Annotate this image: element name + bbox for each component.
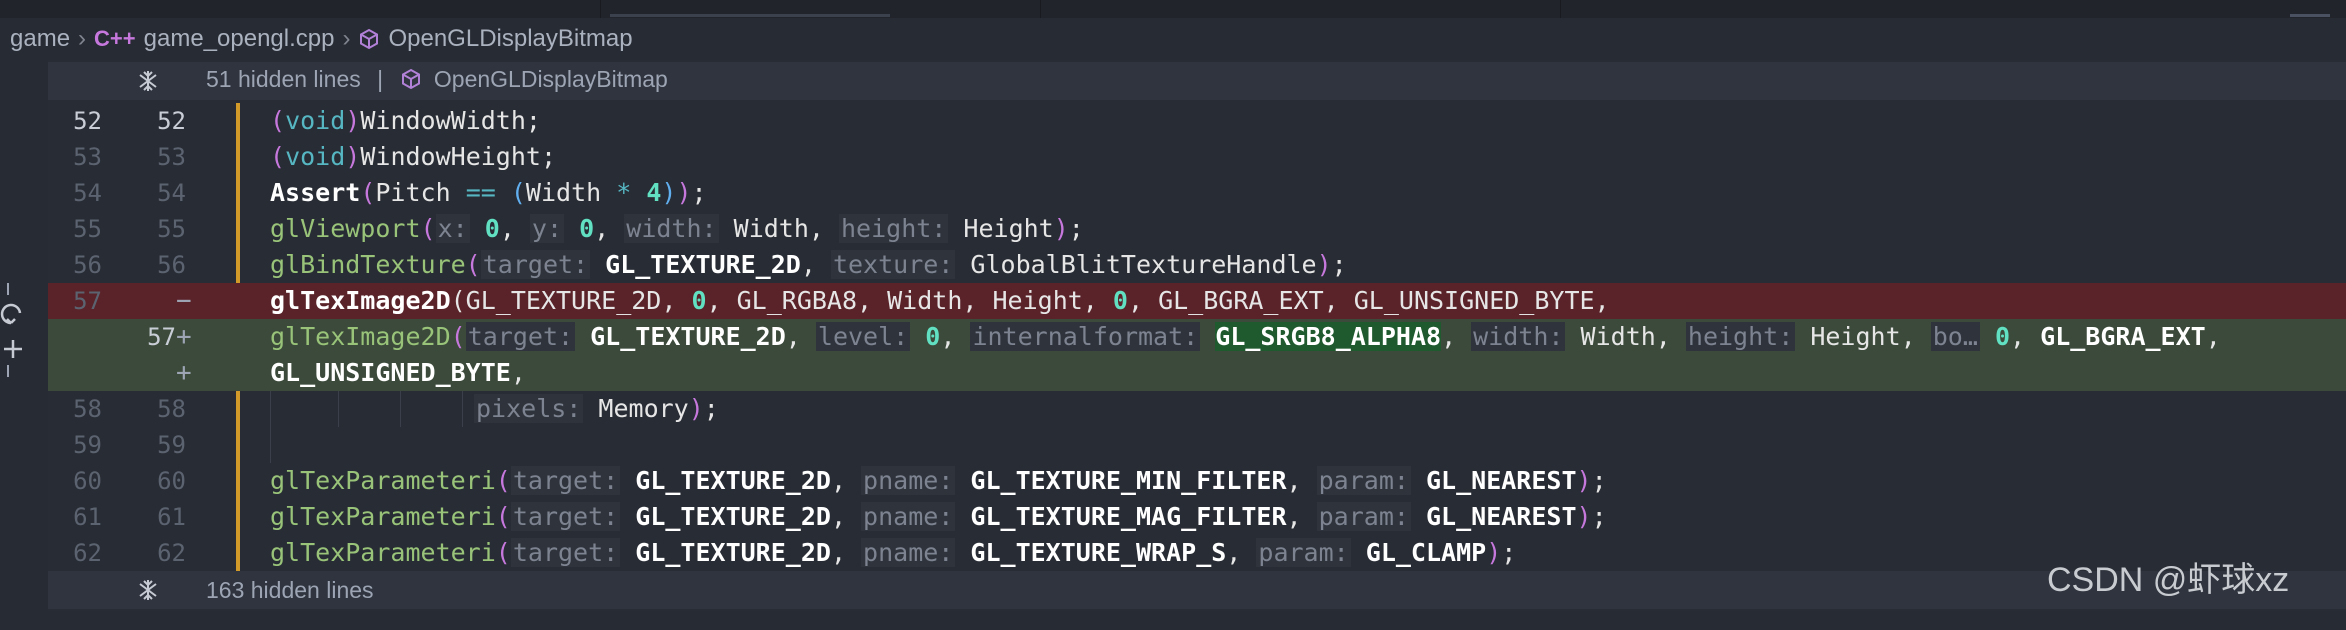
breadcrumb-folder[interactable]: game (10, 25, 70, 53)
chevron-right-icon: › (342, 25, 351, 52)
chevron-right-icon: › (78, 25, 87, 52)
added-line[interactable]: 57 + + glTexImage2D(target: GL_TEXTURE_2… (48, 319, 2346, 391)
code-text: glViewport(x: 0, y: 0, width: Width, hei… (270, 214, 1084, 243)
change-bar (236, 103, 240, 139)
code-text: pixels: Memory); (474, 394, 719, 423)
hidden-lines-bar-bottom[interactable]: 163 hidden lines (48, 571, 2346, 609)
method-cube-icon (400, 68, 422, 96)
hidden-lines-label: 51 hidden lines | OpenGLDisplayBitmap (206, 66, 668, 96)
line-number-original: 62 (73, 539, 102, 567)
change-bar (236, 247, 240, 283)
code-text: glTexParameteri(target: GL_TEXTURE_2D, p… (270, 466, 1607, 495)
minus-icon: − (176, 286, 192, 316)
cpp-file-icon: C++ (94, 26, 136, 51)
line-number-original: 59 (73, 431, 102, 459)
change-bar (236, 535, 240, 571)
breadcrumb-file[interactable]: game_opengl.cpp (144, 25, 335, 53)
editor-tab-strip (0, 0, 2346, 18)
hidden-count: 51 hidden lines (206, 66, 361, 92)
code-line[interactable]: 59 59 (48, 427, 2346, 463)
tab-separator (1560, 0, 1561, 18)
code-line[interactable]: 61 61 glTexParameteri(target: GL_TEXTURE… (48, 499, 2346, 535)
line-number-modified: 58 (157, 395, 186, 423)
change-bar (236, 211, 240, 247)
line-number-modified: 52 (157, 107, 186, 135)
line-number-modified: 53 (157, 143, 186, 171)
line-number-original: 54 (73, 179, 102, 207)
breadcrumb-symbol[interactable]: OpenGLDisplayBitmap (388, 25, 632, 53)
diff-actions (0, 275, 30, 392)
change-bar (236, 463, 240, 499)
change-bar (236, 499, 240, 535)
line-number-original: 56 (73, 251, 102, 279)
indent-guide (270, 391, 271, 427)
code-text-wrap: GL_UNSIGNED_BYTE, (270, 358, 526, 387)
code-line[interactable]: 52 52 (void)WindowWidth; (48, 103, 2346, 139)
line-number-modified: 56 (157, 251, 186, 279)
unfold-icon[interactable] (136, 578, 160, 608)
line-number-original: 60 (73, 467, 102, 495)
tab-underline (610, 14, 890, 17)
code-text: glTexParameteri(target: GL_TEXTURE_2D, p… (270, 502, 1607, 531)
tab-underline (2290, 14, 2330, 17)
tab-separator (1040, 0, 1041, 18)
line-number-modified: 62 (157, 539, 186, 567)
code-text: glTexImage2D(GL_TEXTURE_2D, 0, GL_RGBA8,… (270, 286, 1610, 315)
code-line[interactable]: 53 53 (void)WindowHeight; (48, 139, 2346, 175)
line-number-original: 58 (73, 395, 102, 423)
code-line[interactable]: 56 56 glBindTexture(target: GL_TEXTURE_2… (48, 247, 2346, 283)
hidden-lines-bar-top[interactable]: 51 hidden lines | OpenGLDisplayBitmap (48, 62, 2346, 100)
indent-guide (400, 391, 401, 427)
code-line[interactable]: 60 60 glTexParameteri(target: GL_TEXTURE… (48, 463, 2346, 499)
line-number-original: 55 (73, 215, 102, 243)
line-number-original: 53 (73, 143, 102, 171)
line-number-modified: 57 (147, 323, 176, 351)
unfold-icon[interactable] (136, 69, 160, 99)
divider: | (377, 66, 384, 92)
tab-separator (600, 0, 601, 18)
code-line[interactable]: 58 58 pixels: Memory); (48, 391, 2346, 427)
revert-icon[interactable] (0, 275, 30, 385)
line-number-original: 57 (73, 287, 102, 315)
change-bar (236, 391, 240, 427)
change-bar (236, 175, 240, 211)
breadcrumb: game › C++ game_opengl.cpp › OpenGLDispl… (0, 18, 2346, 60)
hidden-count: 163 hidden lines (206, 576, 374, 603)
code-line[interactable]: 62 62 glTexParameteri(target: GL_TEXTURE… (48, 535, 2346, 571)
line-number-modified: 61 (157, 503, 186, 531)
code-text: (void)WindowWidth; (270, 106, 541, 135)
method-cube-icon (358, 28, 380, 50)
hidden-symbol[interactable]: OpenGLDisplayBitmap (434, 66, 668, 92)
line-number-modified: 59 (157, 431, 186, 459)
change-bar (236, 139, 240, 175)
code-text: glTexImage2D(target: GL_TEXTURE_2D, leve… (270, 322, 2221, 351)
plus-icon: + (176, 358, 192, 388)
code-text: glTexParameteri(target: GL_TEXTURE_2D, p… (270, 538, 1517, 567)
indent-guide (270, 427, 271, 463)
line-number-original: 61 (73, 503, 102, 531)
code-line[interactable]: 55 55 glViewport(x: 0, y: 0, width: Widt… (48, 211, 2346, 247)
watermark: CSDN @虾球xz (2047, 561, 2290, 599)
line-number-modified: 60 (157, 467, 186, 495)
deleted-line[interactable]: 57 − glTexImage2D(GL_TEXTURE_2D, 0, GL_R… (48, 283, 2346, 319)
line-number-modified: 54 (157, 179, 186, 207)
code-text: Assert(Pitch == (Width * 4)); (270, 178, 707, 207)
indent-guide (462, 391, 463, 427)
line-number-original: 52 (73, 107, 102, 135)
code-text: (void)WindowHeight; (270, 142, 557, 171)
plus-icon: + (176, 322, 192, 352)
indent-guide (338, 391, 339, 427)
change-bar (236, 427, 240, 463)
code-line[interactable]: 54 54 Assert(Pitch == (Width * 4)); (48, 175, 2346, 211)
code-text: glBindTexture(target: GL_TEXTURE_2D, tex… (270, 250, 1347, 279)
line-number-modified: 55 (157, 215, 186, 243)
